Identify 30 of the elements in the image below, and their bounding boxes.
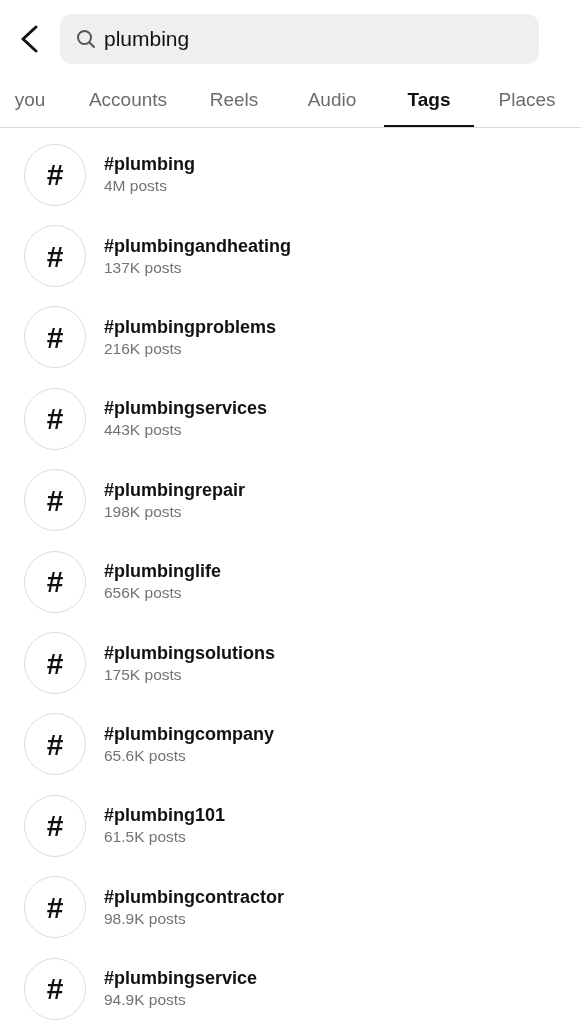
hashtag-name[interactable]: #plumbing <box>104 153 195 177</box>
tab[interactable]: Audio <box>280 76 384 127</box>
hashtag-name[interactable]: #plumbingproblems <box>104 315 276 339</box>
search-icon <box>76 29 96 49</box>
post-count: 198K posts <box>104 501 183 522</box>
tab[interactable]: Places <box>474 76 580 127</box>
post-count: 216K posts <box>104 338 183 359</box>
hashtag-name[interactable]: #plumbingcontractor <box>104 885 284 909</box>
hashtag-name[interactable]: #plumbingcompany <box>104 722 274 746</box>
post-count: 65.6K posts <box>104 745 187 766</box>
hashtag-name[interactable]: #plumbingservices <box>104 397 268 421</box>
tab[interactable]: you <box>0 76 68 127</box>
post-count: 4M posts <box>104 176 168 197</box>
post-count: 175K posts <box>104 664 183 685</box>
tab[interactable]: Accounts <box>68 76 188 127</box>
search-field[interactable]: plumbing <box>60 14 539 64</box>
post-count: 94.9K posts <box>104 990 187 1011</box>
hashtag-name[interactable]: #plumbinglife <box>104 560 221 584</box>
hashtag-name[interactable]: #plumbingrepair <box>104 478 246 502</box>
post-count: 61.5K posts <box>104 827 187 848</box>
post-count: 443K posts <box>104 420 183 441</box>
tab[interactable]: Tags <box>384 76 474 127</box>
hashtag-name[interactable]: #plumbing101 <box>104 804 226 828</box>
tab[interactable]: Reels <box>188 76 280 127</box>
post-count: 137K posts <box>104 257 183 278</box>
post-count: 98.9K posts <box>104 908 187 929</box>
hashtag-name[interactable]: #plumbingsolutions <box>104 641 275 665</box>
post-count: 656K posts <box>104 583 183 604</box>
hashtag-name[interactable]: #plumbingservice <box>104 967 258 991</box>
hashtag-name[interactable]: #plumbingandheating <box>104 234 291 258</box>
